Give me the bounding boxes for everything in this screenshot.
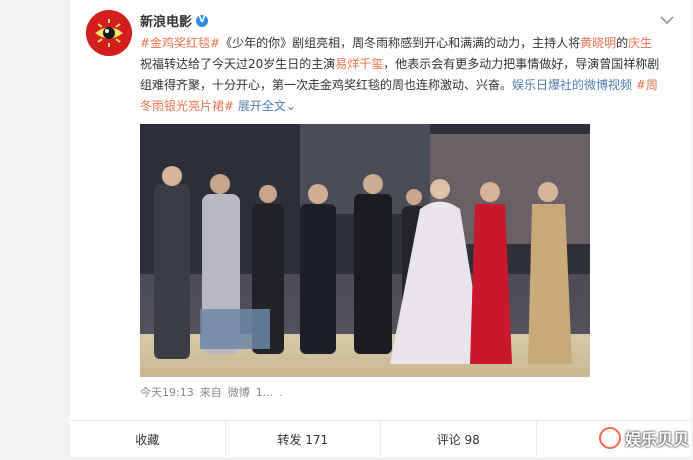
favorite-button[interactable]: 收藏 (70, 421, 226, 457)
comment-label: 评论 98 (436, 432, 480, 447)
video-thumbnail[interactable] (140, 124, 590, 377)
post-text-segment: 的 (616, 36, 629, 50)
author-name[interactable]: 新浪电影 V (140, 11, 209, 30)
comment-button[interactable]: 评论 98 (381, 421, 537, 457)
hashtag-link[interactable]: #金鸡奖红毯# (140, 36, 220, 50)
eye-logo-icon (86, 10, 132, 56)
post-text-segment: 祝福转达给了今天过20岁生日的主演 (140, 57, 336, 71)
author-name-text[interactable]: 新浪电影 (140, 11, 192, 30)
weibo-card: 新浪电影 V #金鸡奖红毯#《少年的你》剧组亮相，周冬雨称感到开心和满满的动力，… (70, 0, 691, 457)
post-text: #金鸡奖红毯#《少年的你》剧组亮相，周冬雨称感到开心和满满的动力，主持人将黄晓明… (140, 33, 660, 117)
mention-link[interactable]: 黄晓明 (580, 36, 616, 50)
text-link[interactable]: 娱乐日爆社的微博视频 (512, 78, 632, 92)
repost-label: 转发 171 (277, 432, 329, 447)
avatar[interactable] (86, 10, 132, 56)
post-time[interactable]: 今天19:13 (140, 384, 194, 400)
via-end: . (279, 385, 283, 399)
watermark: 娱乐贝贝 (598, 426, 689, 450)
text-link[interactable]: ⌄ (286, 99, 296, 113)
action-bar: 收藏 转发 171 评论 98 (70, 420, 691, 457)
chevron-down-icon[interactable] (659, 14, 675, 26)
via-tail: 1... (255, 385, 274, 399)
favorite-label: 收藏 (135, 432, 160, 447)
red-carpet-photo (140, 124, 590, 377)
mention-link[interactable]: 庆生 (628, 36, 652, 50)
post-text-segment: 《少年的你》剧组亮相，周冬雨称感到开心和满满的动力，主持人将 (220, 36, 581, 50)
via-source[interactable]: 微博 (228, 384, 250, 400)
watermark-text: 娱乐贝贝 (624, 430, 689, 449)
mention-link[interactable]: 易烊千玺 (335, 57, 383, 71)
text-link[interactable]: 展开全文 (238, 99, 286, 113)
watermark-logo-icon (598, 427, 621, 449)
post-meta: 今天19:13 来自 微博 1... . (140, 384, 283, 400)
via-prefix: 来自 (199, 386, 222, 399)
repost-button[interactable]: 转发 171 (226, 421, 381, 457)
verified-badge-icon: V (196, 14, 209, 27)
